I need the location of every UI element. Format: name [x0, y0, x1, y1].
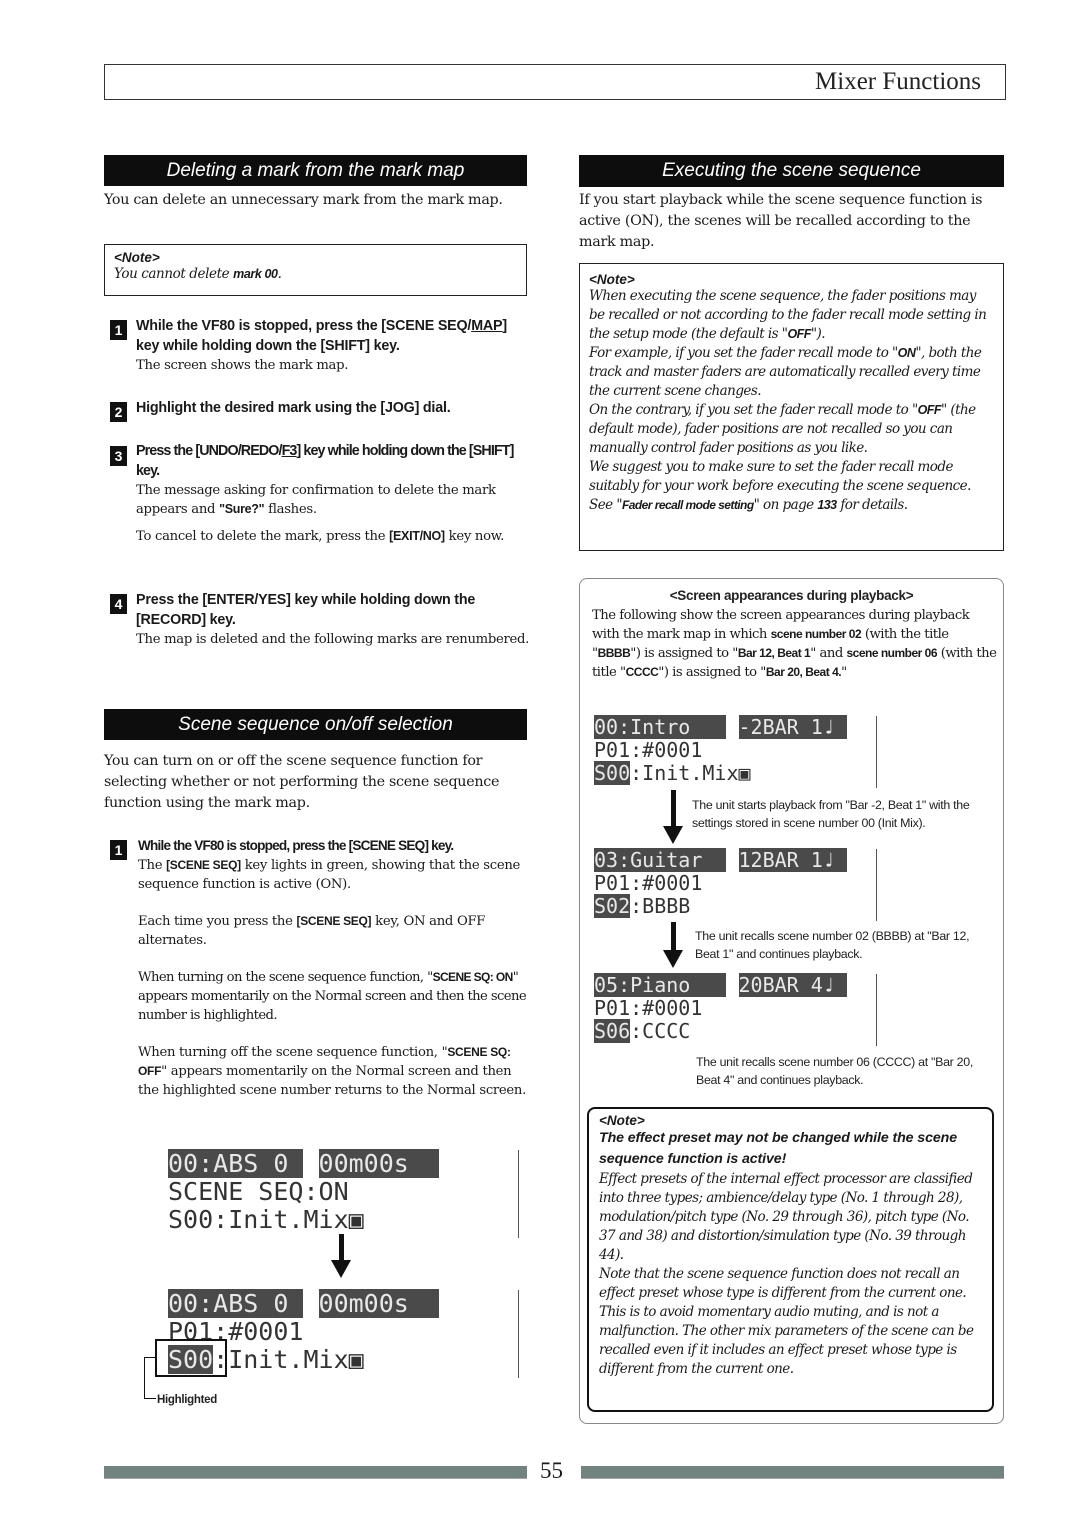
note-paragraph-2: Note that the scene sequence function do… [599, 1266, 974, 1377]
note-box-delete: <Note> You cannot delete mark 00. [104, 244, 527, 296]
step-number-4: 4 [110, 594, 127, 614]
step-number-2: 2 [110, 402, 127, 422]
arrow-down-icon [339, 1234, 344, 1262]
note-label: <Note> [599, 1113, 645, 1128]
screen-caption-1: The unit starts playback from "Bar -2, B… [692, 798, 970, 830]
onoff-step-1: While the VF80 is stopped, press the [SC… [138, 838, 527, 1098]
arrow-head-icon [331, 1260, 351, 1278]
delete-step-3: Press the [UNDO/REDO/F3] key while holdi… [136, 443, 514, 544]
note-box-fader-recall: <Note> When executing the scene sequence… [579, 263, 1004, 551]
note-warning: The effect preset may not be changed whi… [599, 1130, 958, 1167]
section-heading-delete: Deleting a mark from the mark map [104, 155, 527, 186]
section-heading-onoff: Scene sequence on/off selection [104, 709, 527, 740]
playback-title: <Screen appearances during playback> [669, 588, 914, 603]
note-box-effect-preset: <Note> The effect preset may not be chan… [587, 1107, 994, 1412]
intro-part: scene number 06 [846, 646, 938, 660]
arrow-down-icon [671, 790, 676, 828]
execute-intro: If you start playback while the scene se… [579, 192, 983, 250]
delete-step-4: Press the [ENTER/YES] key while holding … [136, 592, 530, 647]
note-label: <Note> [589, 272, 635, 287]
arrow-down-icon [671, 922, 676, 952]
page-number: 55 [540, 1458, 563, 1483]
step-number-1: 1 [110, 320, 127, 340]
intro-part: ") is assigned to " [630, 646, 738, 661]
delete-step-1: While the VF80 is stopped, press the [SC… [136, 318, 507, 373]
onoff-intro: You can turn on or off the scene sequenc… [104, 753, 500, 811]
intro-part: CCCC [625, 665, 659, 679]
note-text: You cannot delete mark 00. [114, 266, 282, 282]
delete-step-2: Highlight the desired mark using the [JO… [136, 400, 451, 416]
arrow-head-icon [663, 826, 683, 844]
lcd-screen-scene-seq-on: 00:ABS 0 00m00s SCENE SEQ:ON S00:Init.Mi… [168, 1149, 519, 1238]
highlight-callout-line [144, 1357, 156, 1399]
step-number-onoff-1: 1 [110, 840, 127, 860]
playback-intro: The following show the screen appearance… [592, 606, 997, 682]
step-number-3: 3 [110, 446, 127, 466]
highlight-callout-box [155, 1339, 227, 1377]
section-heading-execute: Executing the scene sequence [579, 155, 1004, 187]
note-paragraph-1: Effect presets of the internal effect pr… [599, 1171, 973, 1263]
header-title: Mixer Functions [815, 68, 981, 95]
screen-caption-3: The unit recalls scene number 06 (CCCC) … [696, 1055, 973, 1087]
screen-caption-2: The unit recalls scene number 02 (BBBB) … [695, 929, 970, 961]
intro-part: BBBB [597, 646, 631, 660]
page-header: Mixer Functions [104, 64, 1006, 100]
intro-part: Bar 12, Beat 1 [737, 646, 811, 660]
lcd-screen-piano: 05:Piano 20BAR 4♩ P01:#0001 S06:CCCC [594, 973, 877, 1046]
footer-bar-right [581, 1466, 1004, 1479]
intro-part: ") is assigned to " [658, 665, 766, 680]
delete-intro: You can delete an unnecessary mark from … [104, 192, 503, 208]
highlight-label: Highlighted [157, 1394, 217, 1406]
lcd-screen-intro: 00:Intro -2BAR 1♩ P01:#0001 S00:Init.Mix… [594, 715, 877, 788]
intro-part: scene number 02 [770, 627, 862, 641]
intro-part: " [841, 665, 847, 680]
lcd-screen-guitar: 03:Guitar 12BAR 1♩ P01:#0001 S02:BBBB [594, 848, 877, 921]
intro-part: Bar 20, Beat 4. [765, 665, 842, 679]
intro-part: " and [810, 646, 847, 661]
footer-bar-left [104, 1466, 527, 1479]
note-label: <Note> [114, 250, 160, 265]
arrow-head-icon [663, 950, 683, 968]
